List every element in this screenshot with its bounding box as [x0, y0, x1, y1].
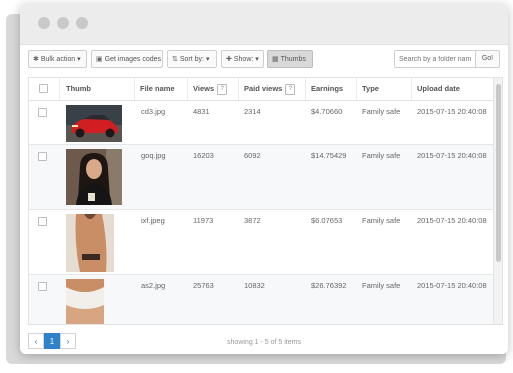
sort-icon: ⇅: [172, 56, 178, 63]
window-titlebar: [20, 4, 508, 45]
paid-views-value: 2314: [244, 107, 261, 116]
paid-views-value: 10832: [244, 281, 265, 290]
help-icon[interactable]: ?: [285, 83, 296, 95]
folder-search-input[interactable]: [394, 50, 476, 68]
type-value: Family safe: [362, 216, 401, 225]
upload-date-value: 2015-07-15 20:40:08: [417, 281, 487, 290]
paid-views-header-label: Paid views: [244, 84, 283, 93]
earnings-value: $26.76392: [311, 281, 347, 290]
show-button[interactable]: ✚ Show: ▾: [221, 50, 264, 68]
caret-down-icon: ▾: [205, 56, 210, 63]
image-icon: ▣: [96, 56, 103, 63]
scrollbar-thumb[interactable]: [496, 84, 501, 262]
thumbs-label: Thumbs: [280, 56, 306, 63]
file-name[interactable]: cd3.jpg: [141, 107, 165, 116]
window-close-dot[interactable]: [38, 17, 50, 29]
type-value: Family safe: [362, 107, 401, 116]
views-header-label: Views: [193, 84, 215, 93]
window-maximize-dot[interactable]: [76, 17, 88, 29]
window-minimize-dot[interactable]: [57, 17, 69, 29]
row-checkbox[interactable]: [38, 152, 47, 161]
toolbar: ✱ Bulk action ▾ ▣ Get images codes ⇅ Sort b…: [20, 50, 508, 72]
earnings-value: $4.70660: [311, 107, 343, 116]
caret-down-icon: ▾: [255, 56, 259, 63]
column-header-thumb[interactable]: Thumb: [60, 78, 135, 100]
help-icon[interactable]: ?: [217, 83, 228, 95]
earnings-value: $14.75429: [311, 151, 347, 160]
plus-icon: ✚: [226, 56, 232, 63]
bulk-action-label: Bulk action: [40, 56, 76, 63]
column-header-type[interactable]: Type: [357, 78, 412, 100]
column-header-earnings[interactable]: Earnings: [306, 78, 357, 100]
thumbnail-image[interactable]: [66, 105, 122, 142]
gear-icon: ✱: [33, 56, 39, 63]
bulk-action-button[interactable]: ✱ Bulk action ▾: [28, 50, 87, 68]
row-checkbox[interactable]: [38, 282, 47, 291]
select-all-cell: [29, 78, 60, 100]
column-header-paid-views[interactable]: Paid views?: [239, 78, 306, 100]
file-name[interactable]: as2.jpg: [141, 281, 165, 290]
views-value: 11973: [193, 216, 214, 225]
views-value: 16203: [193, 151, 214, 160]
app-window: ✱ Bulk action ▾ ▣ Get images codes ⇅ Sort b…: [20, 4, 508, 354]
vertical-scrollbar[interactable]: [493, 78, 502, 324]
paid-views-value: 3872: [244, 216, 261, 225]
thumbnail-icon: ▦: [272, 56, 279, 63]
images-table: Thumb File name Views? Paid views? Earni…: [28, 77, 503, 325]
table-row[interactable]: cd3.jpg 4831 2314 $4.70660 Family safe 2…: [29, 101, 502, 145]
type-value: Family safe: [362, 151, 401, 160]
thumbnail-image[interactable]: [66, 149, 122, 205]
file-name[interactable]: goq.jpg: [141, 151, 166, 160]
table-row[interactable]: as2.jpg 25763 10832 $26.76392 Family saf…: [29, 275, 502, 324]
row-checkbox[interactable]: [38, 217, 47, 226]
upload-date-value: 2015-07-15 20:40:08: [417, 107, 487, 116]
column-header-file-name[interactable]: File name: [135, 78, 188, 100]
row-checkbox[interactable]: [38, 108, 47, 117]
paid-views-value: 6092: [244, 151, 261, 160]
thumbnail-image[interactable]: [66, 279, 104, 324]
car-photo: [66, 105, 122, 142]
select-all-checkbox[interactable]: [39, 84, 48, 93]
figure-photo: [66, 214, 114, 272]
type-value: Family safe: [362, 281, 401, 290]
show-label: Show:: [233, 56, 254, 63]
column-header-views[interactable]: Views?: [188, 78, 239, 100]
go-button[interactable]: Go!: [476, 50, 500, 68]
get-images-codes-button[interactable]: ▣ Get images codes: [91, 50, 163, 68]
figure-photo: [66, 279, 104, 324]
views-value: 4831: [193, 107, 210, 116]
upload-date-value: 2015-07-15 20:40:08: [417, 151, 487, 160]
caret-down-icon: ▾: [77, 56, 81, 63]
sort-by-button[interactable]: ⇅ Sort by: ▾: [167, 50, 217, 68]
thumbnail-image[interactable]: [66, 214, 114, 272]
column-header-upload-date[interactable]: Upload date: [412, 78, 494, 100]
items-count-status: showing 1 - 5 of 5 items: [227, 339, 301, 346]
get-codes-label: Get images codes: [104, 56, 162, 63]
file-name[interactable]: ixf.jpeg: [141, 216, 165, 225]
sort-by-label: Sort by:: [179, 56, 204, 63]
table-row[interactable]: ixf.jpeg 11973 3872 $6.07653 Family safe…: [29, 210, 502, 275]
portrait-photo: [66, 149, 122, 205]
upload-date-value: 2015-07-15 20:40:08: [417, 216, 487, 225]
thumbs-toggle-button[interactable]: ▦ Thumbs: [267, 50, 313, 68]
table-row[interactable]: goq.jpg 16203 6092 $14.75429 Family safe…: [29, 145, 502, 210]
table-header: Thumb File name Views? Paid views? Earni…: [29, 78, 502, 101]
views-value: 25763: [193, 281, 214, 290]
earnings-value: $6.07653: [311, 216, 343, 225]
